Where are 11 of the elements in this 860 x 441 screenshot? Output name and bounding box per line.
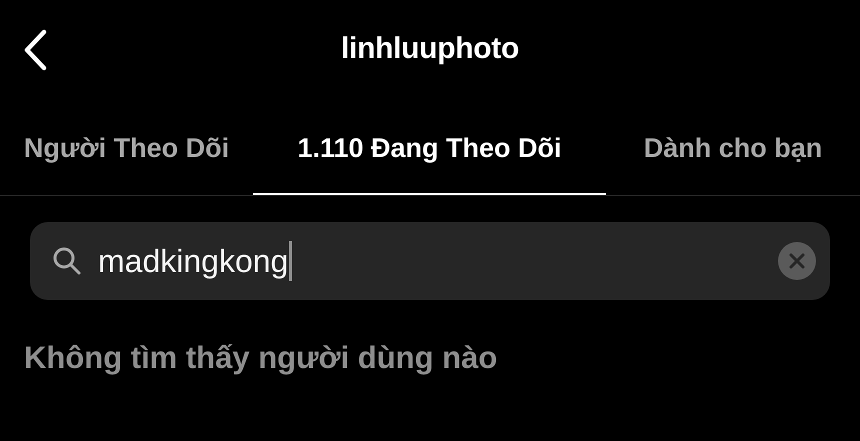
search-query: madkingkong	[98, 242, 288, 280]
tab[interactable]: Người Theo Dõi	[0, 98, 253, 195]
search-field[interactable]: madkingkong	[30, 222, 830, 300]
search-icon	[52, 246, 82, 276]
tab[interactable]: 1.110 Đang Theo Dõi	[253, 98, 606, 195]
chevron-left-icon	[22, 29, 48, 71]
close-icon	[789, 253, 805, 269]
empty-result-message: Không tìm thấy người dùng nào	[24, 340, 498, 376]
text-cursor	[289, 241, 292, 281]
tab[interactable]: Dành cho bạn	[606, 98, 860, 195]
profile-username: linhluuphoto	[341, 32, 519, 66]
